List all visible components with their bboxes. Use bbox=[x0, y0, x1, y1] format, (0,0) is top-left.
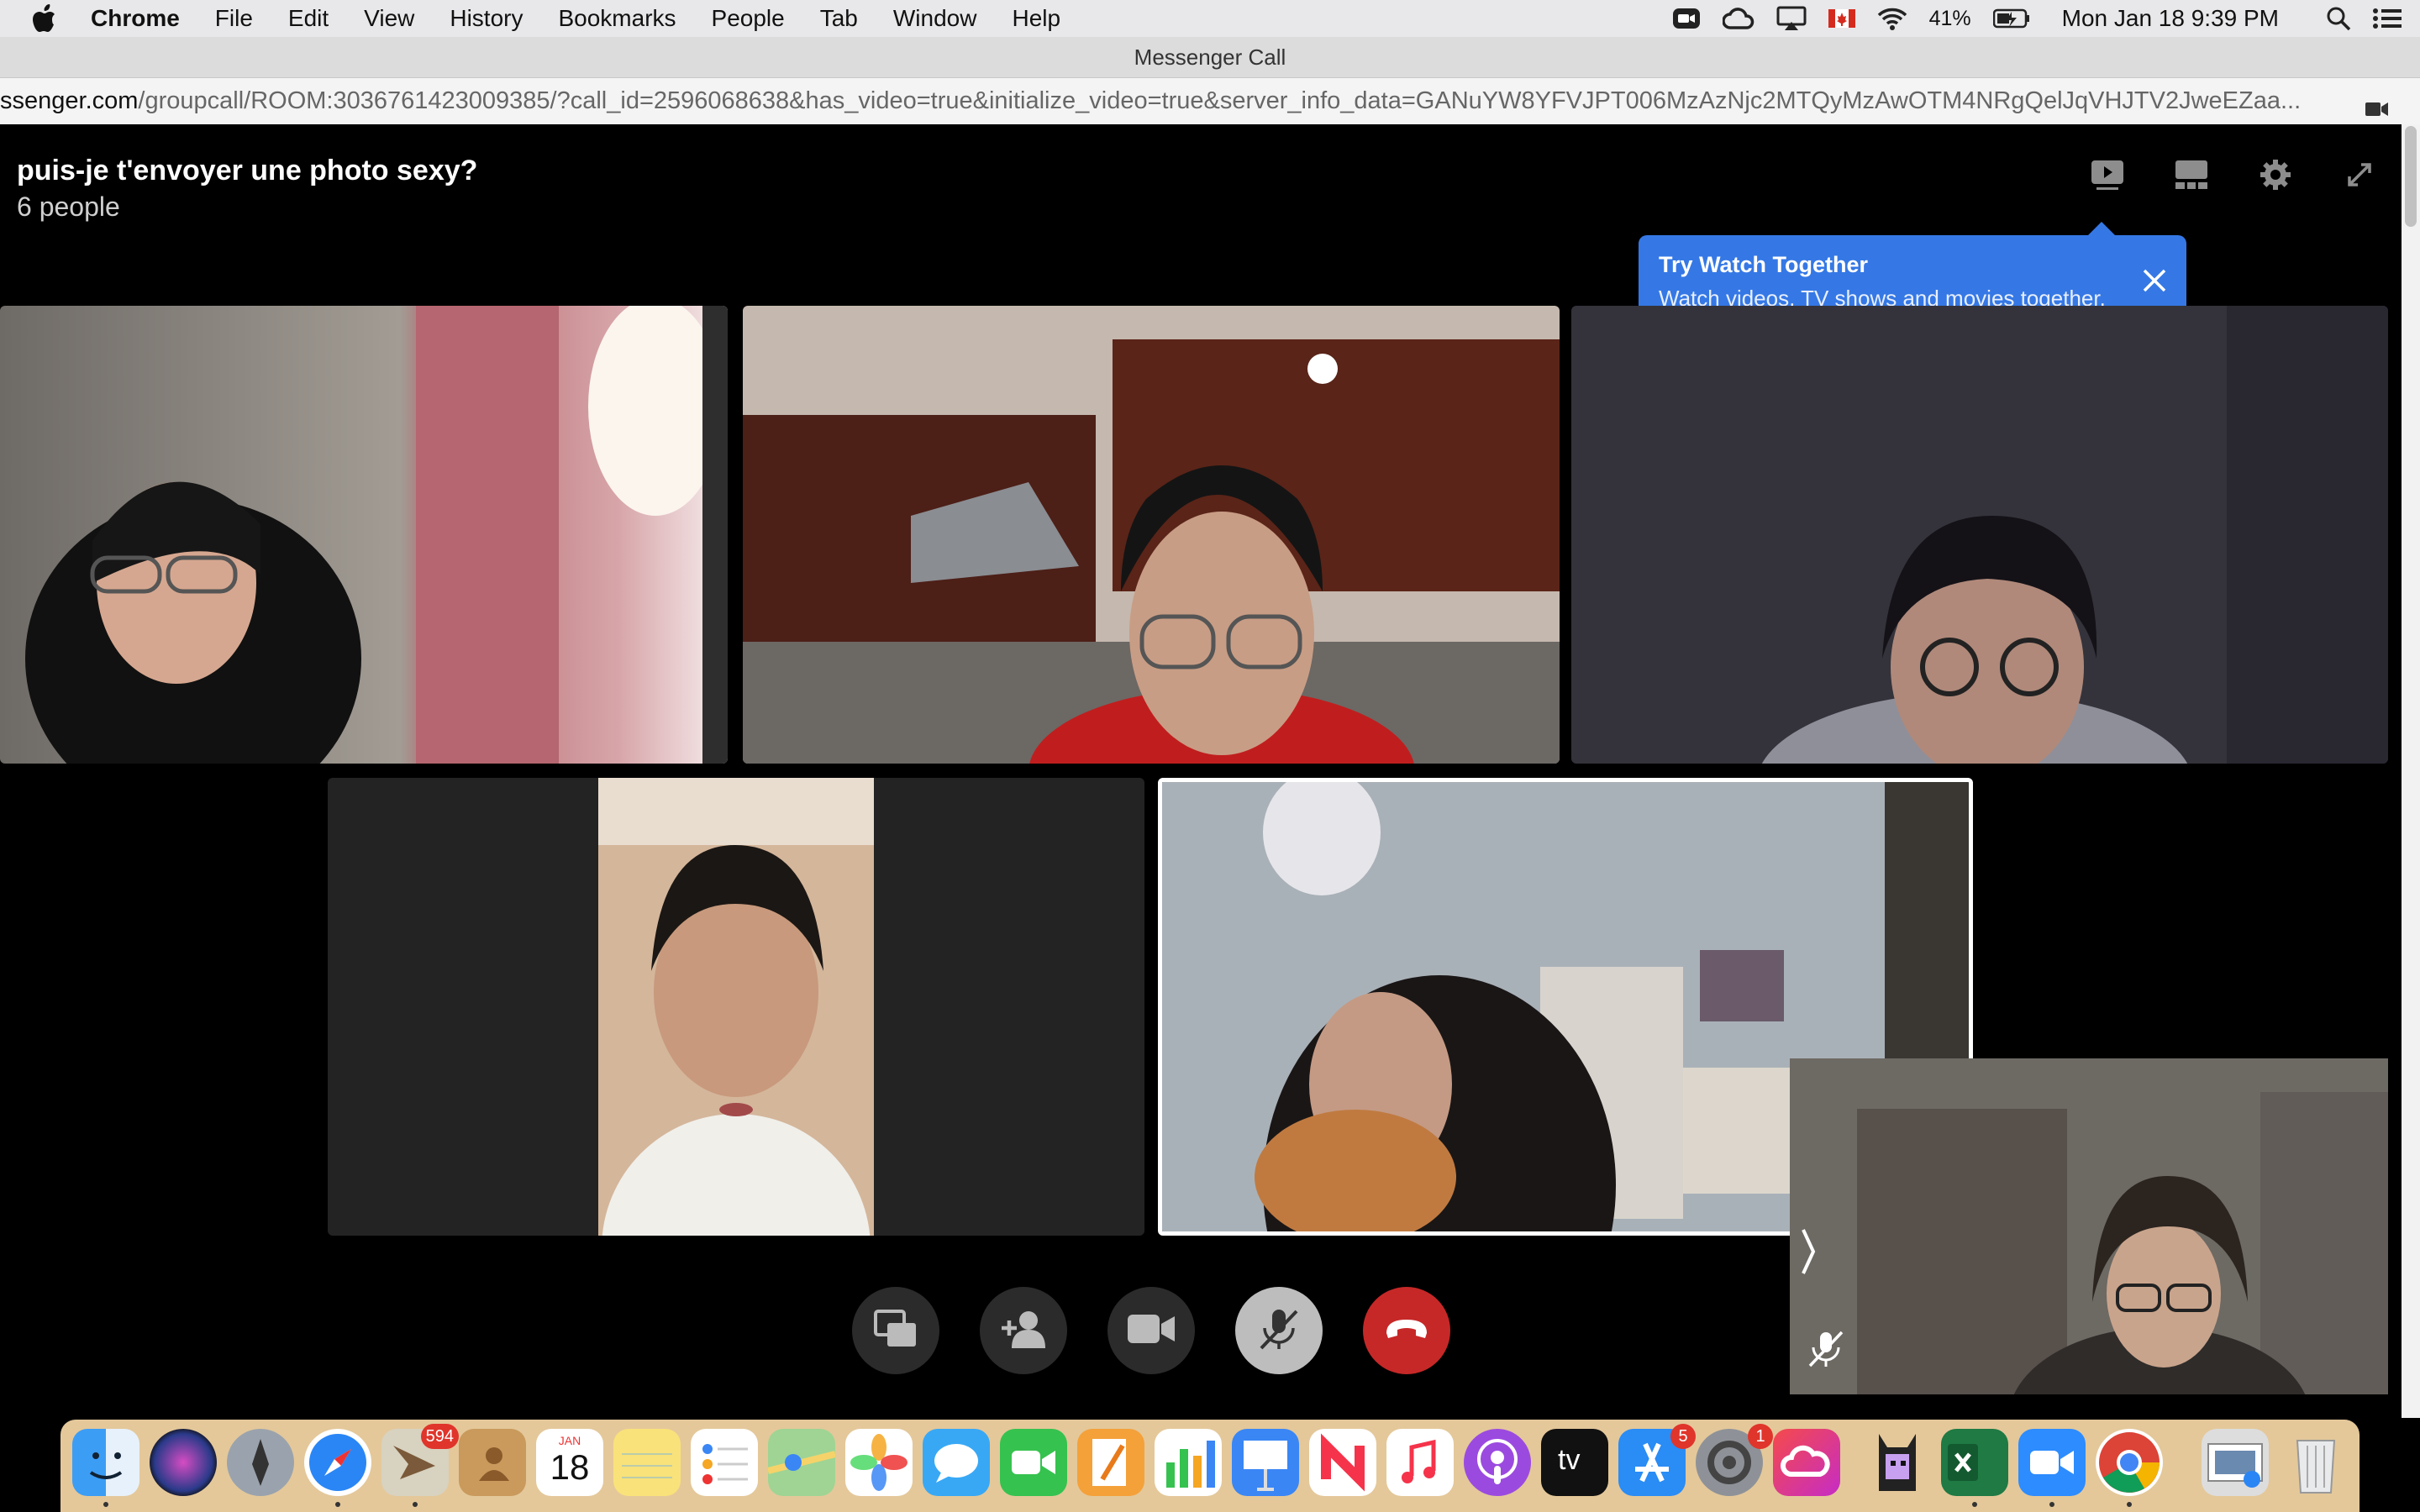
call-title: puis-je t'envoyer une photo sexy? bbox=[17, 155, 478, 186]
participant-video-3[interactable] bbox=[1571, 306, 2388, 764]
camera-icon bbox=[1126, 1312, 1176, 1350]
news-icon[interactable] bbox=[1309, 1429, 1376, 1496]
battery-percent: 41% bbox=[1928, 6, 1971, 30]
spotlight-icon[interactable] bbox=[2326, 6, 2351, 31]
siri-icon[interactable] bbox=[150, 1429, 217, 1496]
calendar-day: 18 bbox=[550, 1447, 590, 1487]
calendar-month: JAN bbox=[558, 1434, 581, 1447]
creative-cloud-status-icon[interactable] bbox=[1722, 6, 1754, 31]
window-title: Messenger Call bbox=[1134, 44, 1286, 70]
running-indicator bbox=[2049, 1502, 2054, 1507]
participant-video-1[interactable] bbox=[0, 306, 728, 764]
menu-bar: Chrome File Edit View History Bookmarks … bbox=[0, 0, 2420, 37]
menu-edit[interactable]: Edit bbox=[288, 5, 329, 32]
share-screen-button[interactable] bbox=[852, 1287, 939, 1374]
self-muted-icon bbox=[1805, 1327, 1847, 1369]
window-title-bar[interactable]: Messenger Call bbox=[0, 37, 2420, 78]
end-call-icon bbox=[1383, 1316, 1430, 1346]
participant-count: 6 people bbox=[17, 192, 120, 222]
podcasts-icon[interactable] bbox=[1464, 1429, 1531, 1496]
chrome-icon[interactable] bbox=[2096, 1429, 2163, 1496]
menu-view[interactable]: View bbox=[364, 5, 414, 32]
creative-cloud-icon[interactable] bbox=[1773, 1429, 1840, 1496]
wifi-icon[interactable] bbox=[1877, 7, 1907, 30]
system-preferences-badge: 1 bbox=[1748, 1424, 1773, 1449]
fullscreen-icon[interactable] bbox=[2341, 156, 2378, 193]
self-view-video[interactable] bbox=[1790, 1058, 2388, 1394]
camera-in-use-icon[interactable] bbox=[2365, 90, 2390, 124]
close-icon[interactable] bbox=[2141, 267, 2168, 294]
mail-badge: 594 bbox=[420, 1424, 459, 1449]
scrollbar-track[interactable] bbox=[2402, 124, 2420, 1418]
watch-together-icon[interactable] bbox=[2089, 156, 2126, 193]
zoom-icon[interactable] bbox=[2018, 1429, 2086, 1496]
add-person-icon bbox=[1000, 1310, 1047, 1352]
camera-button[interactable] bbox=[1107, 1287, 1195, 1374]
finder-icon[interactable] bbox=[72, 1429, 139, 1496]
menu-tab[interactable]: Tab bbox=[820, 5, 858, 32]
collapse-self-view-icon[interactable] bbox=[1800, 1226, 1817, 1277]
end-call-button[interactable] bbox=[1363, 1287, 1450, 1374]
url-path: /groupcall/ROOM:3036761423009385/?call_i… bbox=[138, 87, 2302, 114]
pages-icon[interactable] bbox=[1077, 1429, 1144, 1496]
add-person-button[interactable] bbox=[980, 1287, 1067, 1374]
running-indicator bbox=[335, 1502, 340, 1507]
reminders-icon[interactable] bbox=[691, 1429, 758, 1496]
menu-help[interactable]: Help bbox=[1012, 5, 1060, 32]
contacts-icon[interactable] bbox=[459, 1429, 526, 1496]
numbers-icon[interactable] bbox=[1155, 1429, 1222, 1496]
scrollbar-thumb[interactable] bbox=[2405, 126, 2417, 227]
running-indicator bbox=[1972, 1502, 1977, 1507]
menu-window[interactable]: Window bbox=[893, 5, 977, 32]
app-store-badge: 5 bbox=[1670, 1424, 1696, 1449]
tooltip-title: Try Watch Together bbox=[1659, 252, 1869, 277]
participant-video-4[interactable] bbox=[328, 778, 1144, 1236]
trash-icon[interactable] bbox=[2282, 1429, 2349, 1496]
apple-menu-icon[interactable] bbox=[32, 4, 66, 33]
canada-flag-icon[interactable] bbox=[1828, 9, 1855, 28]
menu-app-name[interactable]: Chrome bbox=[91, 5, 180, 32]
menu-bookmarks[interactable]: Bookmarks bbox=[558, 5, 676, 32]
menu-people[interactable]: People bbox=[712, 5, 785, 32]
keynote-icon[interactable] bbox=[1232, 1429, 1299, 1496]
menu-file[interactable]: File bbox=[215, 5, 253, 32]
excel-icon[interactable] bbox=[1941, 1429, 2008, 1496]
airplay-icon[interactable] bbox=[1776, 6, 1807, 31]
system-preferences-icon[interactable]: 1 bbox=[1696, 1424, 1773, 1496]
safari-icon[interactable] bbox=[304, 1429, 371, 1496]
calendar-icon[interactable]: JAN 18 bbox=[536, 1429, 603, 1496]
apple-tv-icon[interactable]: tv bbox=[1541, 1429, 1608, 1496]
address-bar[interactable]: ssenger.com/groupcall/ROOM:3036761423009… bbox=[0, 78, 2420, 124]
participant-video-2[interactable] bbox=[743, 306, 1560, 764]
mute-button[interactable] bbox=[1235, 1287, 1323, 1374]
photos-icon[interactable] bbox=[845, 1429, 913, 1496]
url-host: ssenger.com bbox=[0, 87, 139, 114]
launchpad-icon[interactable] bbox=[227, 1429, 294, 1496]
notification-center-icon[interactable] bbox=[2373, 8, 2402, 29]
app-store-icon[interactable]: 5 bbox=[1618, 1424, 1696, 1496]
messages-icon[interactable] bbox=[923, 1429, 990, 1496]
running-indicator bbox=[103, 1502, 108, 1507]
mute-mic-icon bbox=[1256, 1306, 1302, 1356]
share-screen-icon bbox=[874, 1309, 918, 1352]
apple-tv-label: tv bbox=[1558, 1444, 1581, 1476]
running-indicator bbox=[2127, 1502, 2132, 1507]
facetime-icon[interactable] bbox=[1000, 1429, 1067, 1496]
preview-icon[interactable] bbox=[2202, 1429, 2269, 1496]
game-app-icon[interactable] bbox=[1864, 1429, 1931, 1496]
zoom-status-icon[interactable] bbox=[1672, 6, 1701, 31]
layout-icon[interactable] bbox=[2173, 156, 2210, 193]
settings-icon[interactable] bbox=[2257, 156, 2294, 193]
notes-icon[interactable] bbox=[613, 1429, 681, 1496]
music-icon[interactable] bbox=[1386, 1429, 1454, 1496]
mail-icon[interactable]: 594 bbox=[381, 1424, 459, 1496]
maps-icon[interactable] bbox=[767, 1429, 836, 1496]
battery-icon[interactable] bbox=[1992, 8, 2030, 29]
menu-history[interactable]: History bbox=[450, 5, 523, 32]
running-indicator bbox=[413, 1502, 418, 1507]
clock[interactable]: Mon Jan 18 9:39 PM bbox=[2062, 5, 2279, 32]
